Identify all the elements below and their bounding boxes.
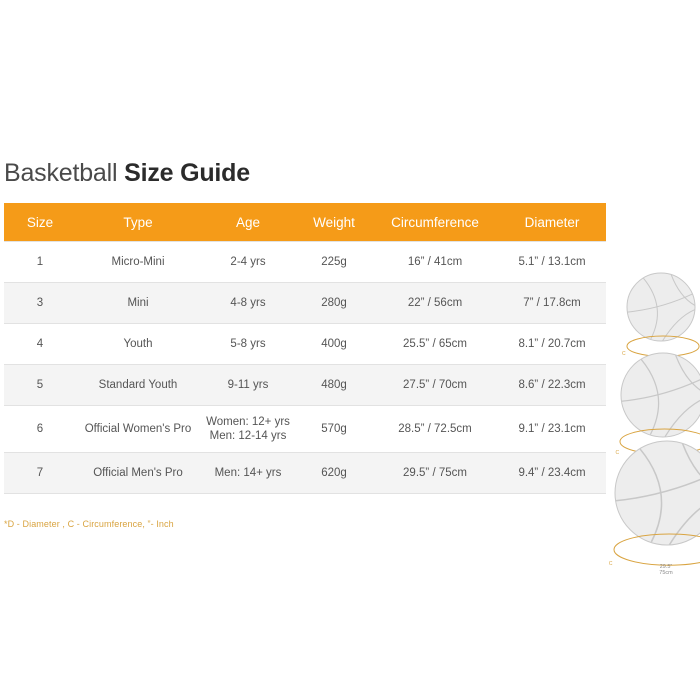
cell-type: Youth — [76, 323, 200, 365]
table-row: 7 Official Men's Pro Men: 14+ yrs 620g 29.5”… — [4, 452, 606, 494]
cell-circumference: 29.5” / 75cm — [372, 452, 498, 494]
cell-type: Micro-Mini — [76, 241, 200, 283]
column-header-weight: Weight — [296, 203, 372, 242]
cell-weight: 280g — [296, 282, 372, 324]
cell-diameter: 8.1” / 20.7cm — [498, 323, 606, 365]
cell-type: Official Women's Pro — [76, 405, 200, 453]
cell-circumference: 28.5” / 72.5cm — [372, 405, 498, 453]
cell-weight: 400g — [296, 323, 372, 365]
age-line: 5-8 yrs — [230, 338, 266, 350]
table-body: 1 Micro-Mini 2-4 yrs 225g 16” / 41cm 5.1” / 1… — [4, 241, 606, 494]
column-header-circumference: Circumference — [372, 203, 498, 242]
cell-age: 5-8 yrs — [200, 323, 296, 365]
cell-age: Men: 14+ yrs — [200, 452, 296, 494]
page-title-emphasis: Size Guide — [124, 159, 250, 187]
cell-type: Official Men's Pro — [76, 452, 200, 494]
page-title-prefix: Basketball — [4, 159, 118, 187]
circumference-ring-icon — [613, 533, 700, 567]
age-line: Men: 12-14 yrs — [209, 430, 287, 442]
cell-size: 5 — [4, 364, 76, 406]
cell-weight: 620g — [296, 452, 372, 494]
cell-circumference: 16” / 41cm — [372, 241, 498, 283]
cell-size: 3 — [4, 282, 76, 324]
cell-diameter: 5.1” / 13.1cm — [498, 241, 606, 283]
cell-size: 6 — [4, 405, 76, 453]
basketball-icon — [620, 352, 700, 438]
table-row: 5 Standard Youth 9-11 yrs 480g 27.5” / 70cm 8… — [4, 364, 606, 406]
column-header-type: Type — [76, 203, 200, 242]
table-row: 4 Youth 5-8 yrs 400g 25.5” / 65cm 8.1” / 20.7… — [4, 323, 606, 365]
column-header-age: Age — [200, 203, 296, 242]
cell-age: Women: 12+ yrs Men: 12-14 yrs — [200, 405, 296, 453]
column-header-diameter: Diameter — [498, 203, 606, 242]
cell-circumference: 25.5” / 65cm — [372, 323, 498, 365]
age-line: 2-4 yrs — [230, 256, 266, 268]
cell-diameter: 7” / 17.8cm — [498, 282, 606, 324]
circumference-value: 29.5” 75cm — [614, 564, 700, 577]
cell-age: 4-8 yrs — [200, 282, 296, 324]
age-line: 9-11 yrs — [227, 379, 269, 391]
age-line: Women: 12+ yrs — [206, 416, 290, 428]
circumference-cm: 75cm — [659, 570, 673, 577]
cell-circumference: 27.5” / 70cm — [372, 364, 498, 406]
cell-diameter: 9.4” / 23.4cm — [498, 452, 606, 494]
cell-type: Mini — [76, 282, 200, 324]
cell-age: 2-4 yrs — [200, 241, 296, 283]
table-row: 1 Micro-Mini 2-4 yrs 225g 16” / 41cm 5.1” / 1… — [4, 241, 606, 283]
age-line: 4-8 yrs — [230, 297, 266, 309]
table-row: 6 Official Women's Pro Women: 12+ yrs Men: … — [4, 405, 606, 453]
cell-type: Standard Youth — [76, 364, 200, 406]
circumference-tag: C — [608, 560, 613, 567]
cell-weight: 570g — [296, 405, 372, 453]
cell-age: 9-11 yrs — [200, 364, 296, 406]
footnote: *D - Diameter , C - Circumference, ”- In… — [4, 519, 174, 529]
column-header-size: Size — [4, 203, 76, 242]
cell-circumference: 22” / 56cm — [372, 282, 498, 324]
cell-diameter: 9.1” / 23.1cm — [498, 405, 606, 453]
page-title: Basketball Size Guide — [4, 158, 250, 188]
age-line: Men: 14+ yrs — [214, 467, 282, 479]
table-row: 3 Mini 4-8 yrs 280g 22” / 56cm 7” / 17.8cm — [4, 282, 606, 324]
cell-size: 4 — [4, 323, 76, 365]
cell-weight: 225g — [296, 241, 372, 283]
cell-size: 1 — [4, 241, 76, 283]
cell-diameter: 8.6” / 22.3cm — [498, 364, 606, 406]
cell-size: 7 — [4, 452, 76, 494]
table-header: Size Type Age Weight Circumference Diame… — [4, 203, 606, 242]
table-header-row: Size Type Age Weight Circumference Diame… — [4, 203, 606, 242]
cell-weight: 480g — [296, 364, 372, 406]
basketball-icon — [614, 440, 700, 546]
size-guide-table: Size Type Age Weight Circumference Diame… — [4, 203, 606, 494]
basketball-icon — [626, 272, 696, 342]
